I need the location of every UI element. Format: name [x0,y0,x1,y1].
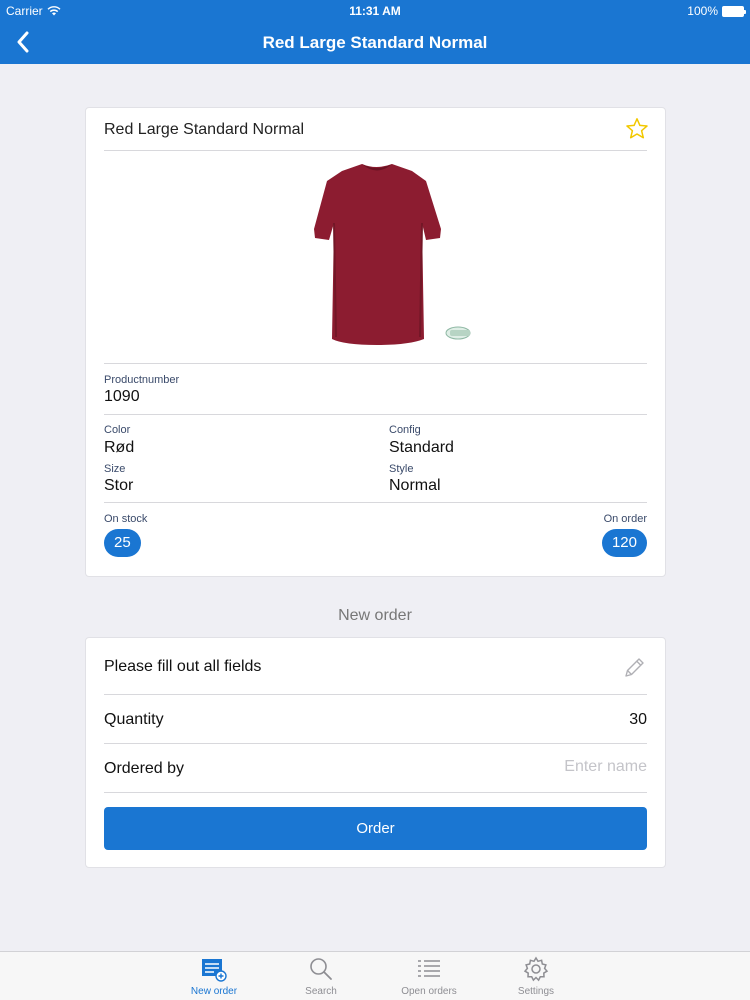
product-image-area [104,151,647,364]
style-label: Style [389,463,414,475]
favorite-button[interactable] [625,117,649,146]
product-title: Red Large Standard Normal [104,121,305,138]
instructions-text: Please fill out all fields [104,658,262,675]
on-order-badge: 120 [601,529,647,557]
ordered-by-label: Ordered by [104,760,185,777]
on-stock-label: On stock [104,513,148,525]
tab-search-label: Search [305,986,337,997]
clock: 11:31 AM [349,4,401,18]
status-bar: Carrier 11:31 AM 100% [0,0,750,22]
new-order-icon [202,959,227,982]
search-icon [310,958,332,980]
product-number-label: Productnumber [104,374,180,386]
style-value: Normal [389,477,441,494]
order-button[interactable]: Order [104,807,647,850]
config-value: Standard [389,439,454,456]
tab-open-orders-label: Open orders [401,986,457,997]
size-label: Size [104,463,126,475]
gear-icon [523,956,549,982]
product-image [314,164,471,345]
on-stock-badge: 25 [104,529,141,557]
quantity-field[interactable]: 30 [629,711,647,729]
page-title: Red Large Standard Normal [262,33,488,52]
tab-new-order-label: New order [190,986,238,997]
quantity-label: Quantity [104,711,164,728]
battery-icon [722,5,746,17]
product-number-row: Productnumber 1090 [104,364,647,415]
tab-search[interactable]: Search [266,956,376,1000]
ordered-by-row: Ordered by [104,744,647,793]
tab-settings[interactable]: Settings [481,956,591,1000]
order-form-card: Please fill out all fields Quantity 30 O… [85,637,666,868]
product-card: Red Large Standard Normal Productnumber … [85,107,666,577]
on-order-label: On order [603,513,647,525]
star-icon [626,118,648,139]
edit-button[interactable] [621,655,647,686]
product-number-value: 1090 [104,388,140,405]
tab-open-orders[interactable]: Open orders [374,956,484,1000]
new-order-section-title: New order [338,607,412,624]
color-label: Color [104,424,131,436]
list-icon [418,960,440,977]
tab-new-order[interactable]: New order [159,956,269,1000]
battery-indicator: 100% [687,4,746,18]
ordered-by-input[interactable] [387,758,647,776]
pencil-icon [625,658,644,677]
tab-settings-label: Settings [517,986,555,997]
attributes-row: Color Rød Config Standard Size Stor Styl… [104,415,647,503]
navigation-bar: Red Large Standard Normal [0,22,750,64]
stock-row: On stock 25 On order 120 [104,503,647,573]
size-value: Stor [104,477,134,494]
color-value: Rød [104,439,135,456]
config-label: Config [389,424,421,436]
product-header: Red Large Standard Normal [104,108,649,151]
quantity-row: Quantity 30 [104,695,647,744]
instructions-row: Please fill out all fields [104,638,647,695]
tab-bar: New order Search Open orders Settings [0,951,750,1000]
battery-percent: 100% [687,4,718,18]
